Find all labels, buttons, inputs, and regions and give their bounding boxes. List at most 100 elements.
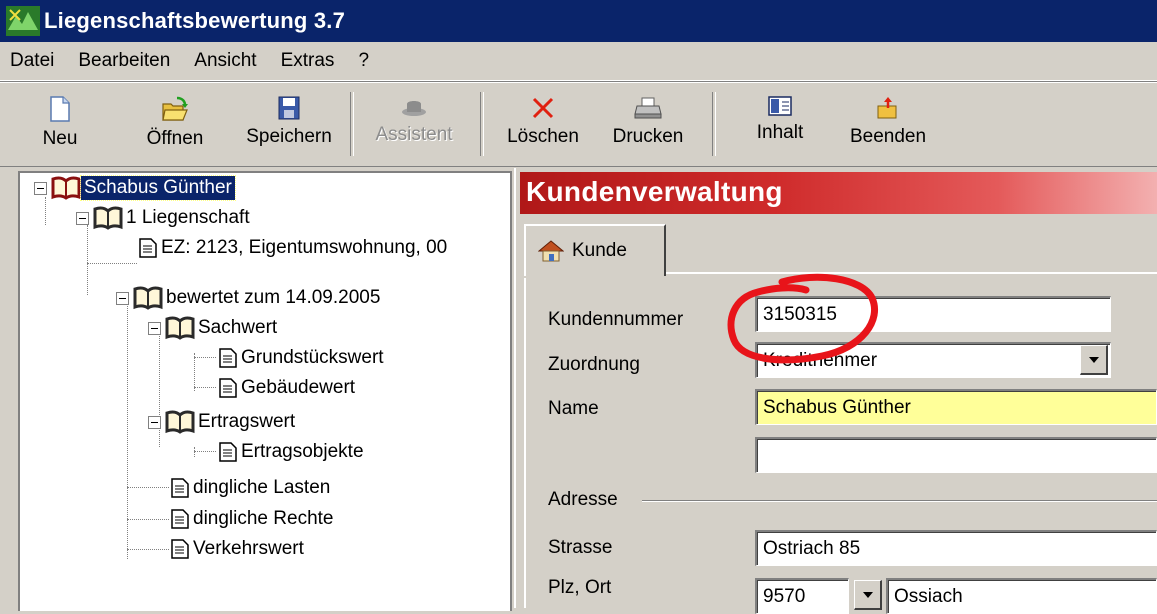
plz-input[interactable]: 9570: [755, 578, 849, 614]
tree-node-ertragsobjekte[interactable]: Ertragsobjekte: [218, 437, 367, 467]
assistant-button[interactable]: Assistent: [364, 86, 464, 162]
tree-connector: [127, 519, 169, 520]
menu-ansicht[interactable]: Ansicht: [182, 50, 268, 72]
plz-dropdown-button[interactable]: [854, 580, 882, 610]
tree-node-gebaeudewert[interactable]: Gebäudewert: [218, 373, 358, 403]
tree-connector: [194, 353, 195, 391]
kundennummer-input[interactable]: 3150315: [755, 296, 1111, 332]
tree-connector: [87, 263, 137, 264]
exit-button-label: Beenden: [849, 126, 927, 147]
save-button-label: Speichern: [246, 126, 332, 147]
printer-icon: [634, 97, 662, 119]
open-button-label: Öffnen: [146, 128, 204, 149]
tree-node-label: Ertragswert: [198, 411, 296, 432]
tree-node-label: dingliche Lasten: [193, 477, 331, 498]
document-icon: [171, 478, 189, 498]
contents-button[interactable]: Inhalt: [742, 86, 818, 162]
tree-connector: [127, 487, 169, 488]
collapse-toggle-icon[interactable]: [116, 291, 129, 305]
tab-kunde[interactable]: Kunde: [524, 224, 666, 276]
chevron-down-icon: [862, 591, 873, 598]
name2-input[interactable]: [755, 437, 1157, 473]
tab-divider: [666, 272, 1157, 274]
assistant-button-label: Assistent: [375, 124, 453, 145]
tree-node-label: bewertet zum 14.09.2005: [166, 287, 381, 308]
menu-help[interactable]: ?: [346, 50, 381, 72]
name-input[interactable]: Schabus Günther: [755, 389, 1157, 425]
zuordnung-value: Kreditnehmer: [763, 350, 878, 371]
tab-strip: Kunde: [514, 214, 1157, 276]
app-logo-icon: [6, 6, 40, 36]
chevron-down-icon: [1088, 356, 1099, 363]
menu-bearbeiten[interactable]: Bearbeiten: [66, 50, 182, 72]
open-folder-icon: [162, 96, 188, 121]
adresse-group-label: Adresse: [548, 489, 618, 510]
ort-input[interactable]: Ossiach: [886, 578, 1157, 614]
zuordnung-dropdown-button[interactable]: [1080, 345, 1108, 375]
collapse-toggle-icon[interactable]: [148, 321, 161, 335]
document-icon: [219, 378, 237, 398]
tree-node-grundstueckswert[interactable]: Grundstückswert: [218, 343, 387, 373]
strasse-label: Strasse: [548, 537, 613, 558]
tree-node-label: 1 Liegenschaft: [126, 207, 250, 228]
tree-view[interactable]: Schabus Günther 1 Liegenschaft EZ: 2123,…: [18, 171, 512, 611]
print-button[interactable]: Drucken: [600, 86, 696, 162]
open-button[interactable]: Öffnen: [130, 86, 220, 162]
kundennummer-label: Kundennummer: [548, 309, 684, 330]
strasse-input[interactable]: Ostriach 85: [755, 530, 1157, 566]
zuordnung-select[interactable]: Kreditnehmer: [755, 342, 1111, 378]
tree-node-valuation[interactable]: bewertet zum 14.09.2005: [116, 283, 383, 313]
tree-node-ertragswert[interactable]: Ertragswert: [148, 407, 298, 437]
name-label: Name: [548, 398, 599, 419]
tree-node-label: EZ: 2123, Eigentumswohnung, 00: [161, 237, 448, 258]
tab-label: Kunde: [572, 240, 627, 261]
menu-datei[interactable]: Datei: [0, 50, 66, 72]
toolbar: Neu Öffnen Speichern Assistent Löschen D…: [0, 81, 1157, 167]
delete-button-label: Löschen: [507, 126, 579, 147]
new-button-label: Neu: [42, 128, 78, 149]
toolbar-separator: [350, 92, 354, 156]
tree-node-ez[interactable]: EZ: 2123, Eigentumswohnung, 00: [138, 233, 450, 263]
tree-node-property[interactable]: 1 Liegenschaft: [76, 203, 253, 233]
tree-connector: [194, 357, 216, 358]
toolbar-separator: [480, 92, 484, 156]
tree-node-label: Verkehrswert: [193, 538, 304, 559]
assistant-hat-icon: [402, 101, 426, 116]
tree-connector: [87, 225, 88, 295]
tree-node-label: Grundstückswert: [241, 347, 384, 368]
collapse-toggle-icon[interactable]: [34, 181, 47, 195]
tree-connector: [194, 451, 216, 452]
tree-node-rechte[interactable]: dingliche Rechte: [170, 504, 336, 534]
plzort-label: Plz, Ort: [548, 577, 612, 598]
book-icon: [51, 176, 81, 200]
delete-x-icon: [532, 97, 554, 119]
tree-node-label: Ertragsobjekte: [241, 441, 364, 462]
new-document-icon: [50, 96, 70, 122]
window-title: Liegenschaftsbewertung 3.7: [44, 8, 346, 33]
house-icon: [538, 240, 564, 262]
tree-node-verkehrswert[interactable]: Verkehrswert: [170, 534, 307, 564]
tree-connector: [194, 447, 195, 457]
save-button[interactable]: Speichern: [236, 86, 342, 162]
collapse-toggle-icon[interactable]: [148, 415, 161, 429]
tree-node-sachwert[interactable]: Sachwert: [148, 313, 280, 343]
tree-node-lasten[interactable]: dingliche Lasten: [170, 473, 333, 503]
new-button[interactable]: Neu: [30, 86, 90, 162]
title-bar: Liegenschaftsbewertung 3.7: [0, 0, 1157, 42]
document-icon: [219, 442, 237, 462]
delete-button[interactable]: Löschen: [496, 86, 590, 162]
tree-node-label: Schabus Günther: [80, 175, 236, 201]
exit-button[interactable]: Beenden: [838, 86, 938, 162]
customer-panel: Kundenverwaltung Kunde Kundennummer 3150…: [514, 168, 1157, 614]
tree-connector: [127, 549, 169, 550]
adresse-group-line: [642, 500, 1157, 502]
collapse-toggle-icon[interactable]: [76, 211, 89, 225]
menu-bar: Datei Bearbeiten Ansicht Extras ?: [0, 42, 1157, 81]
tree-node-customer[interactable]: Schabus Günther: [34, 173, 236, 203]
tab-body-edge: [524, 278, 526, 608]
toolbar-separator: [712, 92, 716, 156]
tree-connector: [194, 387, 216, 388]
panel-title: Kundenverwaltung: [526, 176, 783, 207]
menu-extras[interactable]: Extras: [269, 50, 347, 72]
zuordnung-label: Zuordnung: [548, 354, 640, 375]
